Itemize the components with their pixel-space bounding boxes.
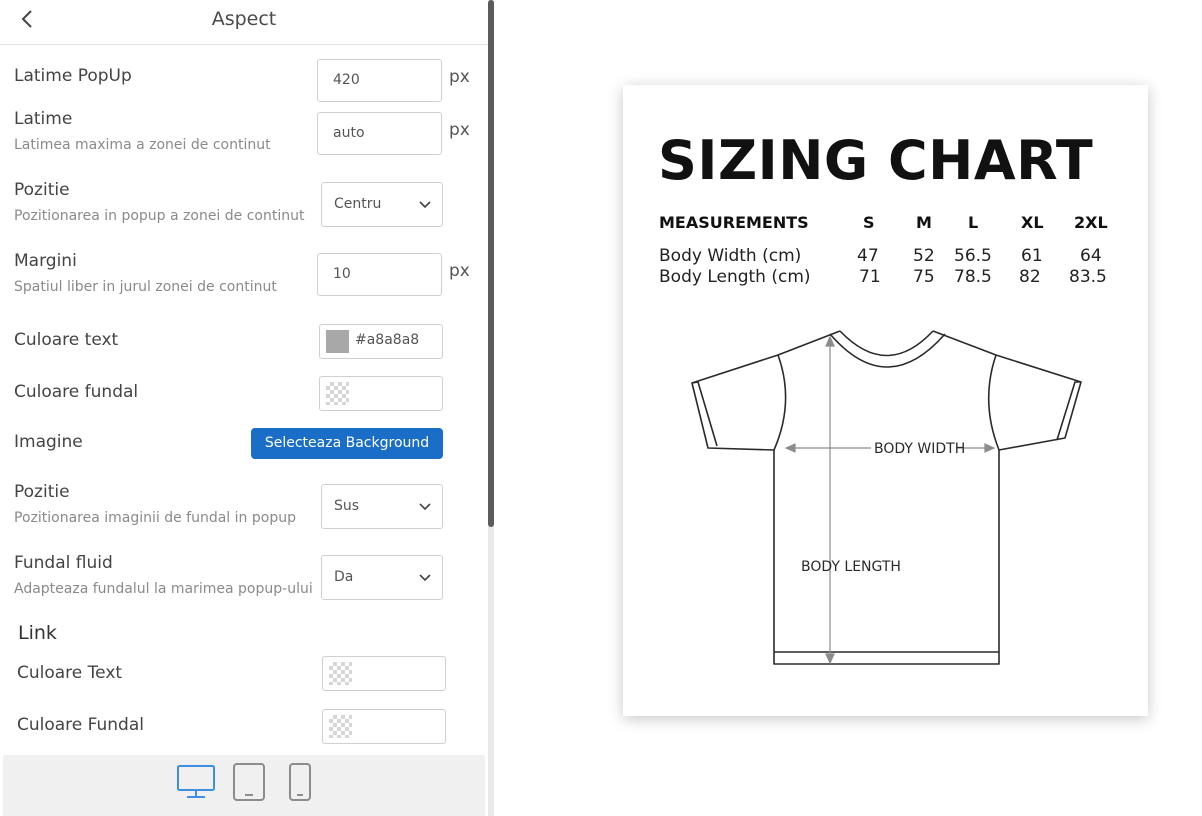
table-cell: 61 <box>1021 246 1043 266</box>
position-label: Pozitie <box>14 180 70 200</box>
select-background-button[interactable]: Selecteaza Background <box>251 428 443 459</box>
link-text-color-label: Culoare Text <box>17 663 123 683</box>
text-color-value: #a8a8a8 <box>355 332 420 348</box>
image-position-select[interactable]: Sus <box>321 484 443 529</box>
table-cell: 71 <box>859 267 881 287</box>
table-header-cell: S <box>863 213 875 232</box>
transparent-swatch <box>329 715 352 738</box>
table-cell: 64 <box>1080 246 1102 266</box>
settings-panel: Aspect Latime PopUp 420 px Latime Latime… <box>0 0 488 816</box>
body-width-label: BODY WIDTH <box>874 441 965 457</box>
popup-width-label: Latime PopUp <box>14 66 132 86</box>
table-cell: 82 <box>1019 267 1041 287</box>
table-cell: Body Length (cm) <box>659 267 811 287</box>
link-bg-color-picker[interactable] <box>322 709 446 744</box>
width-unit: px <box>449 120 470 140</box>
popup-width-input[interactable]: 420 <box>317 59 442 102</box>
position-select[interactable]: Centru <box>321 182 443 227</box>
width-label: Latime <box>14 109 73 129</box>
bg-color-label: Culoare fundal <box>14 382 139 402</box>
link-text-color-picker[interactable] <box>322 656 446 691</box>
sizing-chart-title: SIZING CHART <box>658 129 1094 192</box>
chevron-down-icon <box>419 503 431 511</box>
fluid-bg-sublabel: Adapteaza fundalul la marimea popup-ului <box>14 581 313 597</box>
body-length-label: BODY LENGTH <box>801 559 901 575</box>
link-section-title: Link <box>18 622 57 644</box>
margins-label: Margini <box>14 251 77 271</box>
mobile-icon[interactable] <box>288 763 312 805</box>
position-select-value: Centru <box>334 196 382 212</box>
chevron-down-icon <box>419 574 431 582</box>
image-position-select-value: Sus <box>334 498 360 514</box>
color-swatch <box>326 330 349 353</box>
table-cell: 47 <box>857 246 879 266</box>
table-cell: 56.5 <box>954 246 992 266</box>
tablet-icon[interactable] <box>232 763 266 805</box>
table-header-cell: XL <box>1021 213 1044 232</box>
position-sublabel: Pozitionarea in popup a zonei de continu… <box>14 208 305 224</box>
margins-unit: px <box>449 261 470 281</box>
table-header-cell: M <box>916 213 932 232</box>
text-color-picker[interactable]: #a8a8a8 <box>319 324 443 359</box>
bg-color-picker[interactable] <box>319 376 443 411</box>
chevron-down-icon <box>419 201 431 209</box>
transparent-swatch <box>329 662 352 685</box>
table-cell: Body Width (cm) <box>659 246 802 266</box>
width-sublabel: Latimea maxima a zonei de continut <box>14 137 271 153</box>
transparent-swatch <box>326 382 349 405</box>
link-bg-color-label: Culoare Fundal <box>17 715 144 735</box>
desktop-icon[interactable] <box>176 763 216 805</box>
fluid-bg-label: Fundal fluid <box>14 553 113 573</box>
panel-title: Aspect <box>211 8 277 30</box>
margins-sublabel: Spatiul liber in jurul zonei de continut <box>14 279 277 295</box>
table-header-cell: 2XL <box>1074 213 1108 232</box>
table-header-cell: L <box>968 213 979 232</box>
device-switcher <box>3 755 485 816</box>
popup-width-unit: px <box>449 67 470 87</box>
scrollbar-thumb[interactable] <box>488 0 494 527</box>
image-label: Imagine <box>14 432 83 452</box>
panel-scrollbar[interactable] <box>488 0 494 816</box>
table-cell: 52 <box>913 246 935 266</box>
tshirt-diagram: BODY WIDTH BODY LENGTH <box>691 330 1082 665</box>
popup-preview: SIZING CHART MEASUREMENTS S M L XL 2XL B… <box>623 85 1148 716</box>
table-cell: 75 <box>913 267 935 287</box>
table-header-cell: MEASUREMENTS <box>659 213 809 232</box>
panel-header: Aspect <box>0 0 488 45</box>
margins-input[interactable]: 10 <box>317 253 442 296</box>
image-position-sublabel: Pozitionarea imaginii de fundal in popup <box>14 510 296 526</box>
table-cell: 78.5 <box>954 267 992 287</box>
width-input[interactable]: auto <box>317 112 442 155</box>
text-color-label: Culoare text <box>14 330 119 350</box>
fluid-bg-select[interactable]: Da <box>321 555 443 600</box>
table-cell: 83.5 <box>1069 267 1107 287</box>
image-position-label: Pozitie <box>14 482 70 502</box>
fluid-bg-select-value: Da <box>334 569 354 585</box>
